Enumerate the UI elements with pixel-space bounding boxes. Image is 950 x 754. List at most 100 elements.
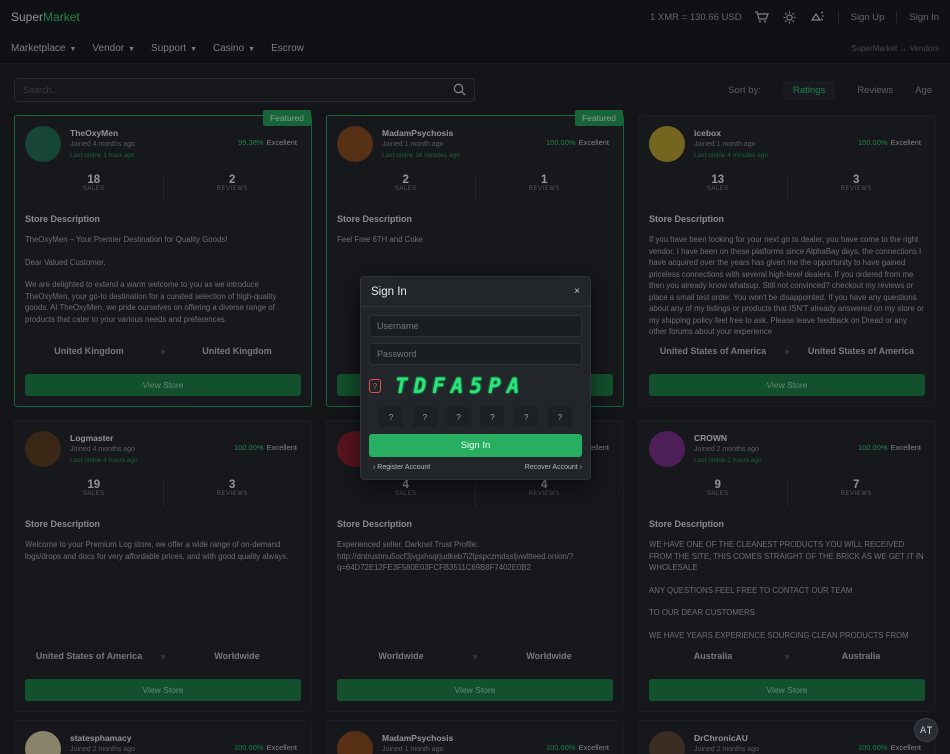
signin-link[interactable]: Sign In	[909, 12, 939, 23]
score-rating: Excellent	[266, 743, 297, 752]
chevron-down-icon: ▼	[248, 46, 256, 53]
password-field[interactable]	[369, 343, 582, 365]
vendor-joined: Joined 1 month ago	[382, 141, 444, 148]
signin-modal: Sign In × ? TDFA5PA ? ? ? ? ? ? Sign In …	[360, 276, 591, 480]
avatar[interactable]	[25, 431, 61, 467]
sun-icon[interactable]	[782, 10, 798, 24]
reviews-count: 3	[229, 479, 236, 491]
score-rating: Excellent	[578, 743, 609, 752]
avatar[interactable]	[649, 126, 685, 162]
view-store-button[interactable]: View Store	[25, 374, 301, 396]
vendor-name[interactable]: statesphamacy	[70, 733, 131, 743]
cart-icon[interactable]	[754, 10, 770, 24]
vendor-name[interactable]: icebox	[694, 128, 721, 138]
search-input[interactable]: Search...	[14, 78, 475, 102]
search-icon[interactable]	[453, 83, 466, 98]
translate-icon[interactable]: A	[914, 718, 938, 742]
notification-icon[interactable]	[810, 10, 826, 24]
store-description: Experienced seller. Darknet Trust Profil…	[337, 539, 613, 649]
sales-count: 19	[87, 479, 101, 491]
nav-support[interactable]: Support ▼	[151, 43, 197, 54]
featured-badge: Featured	[574, 110, 623, 126]
vendor-score: 100.00% Excellent	[546, 138, 609, 147]
avatar[interactable]	[649, 431, 685, 467]
reviews-count: 1	[541, 174, 548, 186]
captcha-answer-row: ? ? ? ? ? ?	[369, 407, 582, 427]
description-paragraph: Feel Free 6TH and Coke	[337, 235, 423, 244]
nav-label: Casino	[213, 43, 245, 54]
avatar[interactable]	[337, 126, 373, 162]
vendor-joined: Joined 2 months ago	[70, 746, 135, 753]
ship-from: Australia	[693, 651, 733, 661]
vendor-name[interactable]: DrChronicAU	[694, 733, 748, 743]
recover-link[interactable]: Recover Account ›	[525, 464, 582, 471]
nav-escrow[interactable]: Escrow	[271, 43, 304, 54]
nav-vendor[interactable]: Vendor ▼	[92, 43, 135, 54]
register-link[interactable]: › Register Account	[373, 464, 430, 471]
close-icon[interactable]: ×	[574, 286, 580, 297]
chevron-down-icon: ▼	[69, 46, 77, 53]
avatar[interactable]	[337, 731, 373, 754]
vendor-card: CROWN Joined 2 months ago Last online 2 …	[638, 420, 936, 712]
signin-button[interactable]: Sign In	[369, 434, 582, 457]
view-store-button[interactable]: View Store	[649, 679, 925, 701]
avatar[interactable]	[25, 731, 61, 754]
description-title: Store Description	[337, 214, 413, 224]
vendor-name[interactable]: Logmaster	[70, 433, 113, 443]
avatar[interactable]	[649, 731, 685, 754]
description-title: Store Description	[649, 214, 725, 224]
nav-casino[interactable]: Casino ▼	[213, 43, 255, 54]
vendor-card: Logmaster Joined 4 months ago Last onlin…	[14, 420, 312, 712]
sales-label: SALES	[706, 491, 729, 497]
vendor-name[interactable]: MadamPsychosis	[382, 128, 453, 138]
description-title: Store Description	[337, 519, 413, 529]
captcha-answer-box[interactable]: ?	[547, 407, 572, 427]
captcha-answer-box[interactable]: ?	[480, 407, 505, 427]
sales-count: 2	[402, 174, 409, 186]
nav-label: Support	[151, 43, 187, 54]
vendor-last-online: Last online 2 hours ago	[694, 457, 762, 464]
signup-link[interactable]: Sign Up	[851, 12, 885, 23]
ship-from: United States of America	[35, 651, 143, 661]
captcha-answer-box[interactable]: ?	[412, 407, 437, 427]
description-title: Store Description	[649, 519, 725, 529]
description-paragraph: Dear Valued Customer,	[25, 257, 106, 267]
username-field[interactable]	[369, 315, 582, 337]
sort-age[interactable]: Age	[915, 85, 932, 96]
vendor-name[interactable]: TheOxyMen	[70, 128, 118, 138]
vendor-joined: Joined 1 month ago	[382, 746, 444, 753]
exchange-rate: 1 XMR = 130.66 USD	[649, 11, 742, 23]
score-rating: Excellent	[578, 138, 609, 147]
refresh-icon[interactable]: ?	[369, 379, 381, 393]
avatar[interactable]	[25, 126, 61, 162]
store-description: If you have been looking for your next g…	[649, 234, 925, 344]
description-paragraph: TheOxyMen – Your Premier Destination for…	[25, 235, 228, 244]
arrow-right-icon: »	[160, 651, 166, 661]
nav-marketplace[interactable]: Marketplace ▼	[11, 43, 76, 54]
vendor-name[interactable]: MadamPsychosis	[382, 733, 453, 743]
vendor-stats: 19 SALES 3 REVIEWS	[25, 479, 301, 507]
reviews-count: 2	[229, 174, 236, 186]
view-store-button[interactable]: View Store	[25, 679, 301, 701]
brand-logo[interactable]: SuperMarket	[11, 10, 80, 24]
vendor-stats: 4 SALES 4 REVIEWS	[337, 479, 613, 507]
search-placeholder: Search...	[23, 85, 60, 95]
score-percent: 100.00%	[545, 743, 576, 752]
sort-ratings[interactable]: Ratings	[782, 80, 836, 100]
sort-reviews[interactable]: Reviews	[857, 85, 893, 96]
vendor-name[interactable]: CROWN	[694, 433, 727, 443]
vendor-score: 100.00% Excellent	[234, 743, 297, 752]
view-store-button[interactable]: View Store	[649, 374, 925, 396]
score-rating: Excellent	[890, 443, 921, 452]
view-store-button[interactable]: View Store	[337, 679, 613, 701]
sales-label: SALES	[706, 186, 729, 192]
captcha-answer-box[interactable]: ?	[379, 407, 403, 427]
captcha-answer-box[interactable]: ?	[514, 407, 539, 427]
vendor-joined: Joined 4 months ago	[70, 446, 135, 453]
description-title: Store Description	[25, 214, 101, 224]
score-rating: Excellent	[266, 443, 297, 452]
captcha-answer-box[interactable]: ?	[446, 407, 471, 427]
vendor-last-online: Last online 1 hour ago	[70, 152, 135, 159]
description-paragraph: TO OUR DEAR CUSTOMERS	[649, 608, 755, 617]
vendor-card: statesphamacy Joined 2 months ago 100.00…	[14, 720, 312, 754]
